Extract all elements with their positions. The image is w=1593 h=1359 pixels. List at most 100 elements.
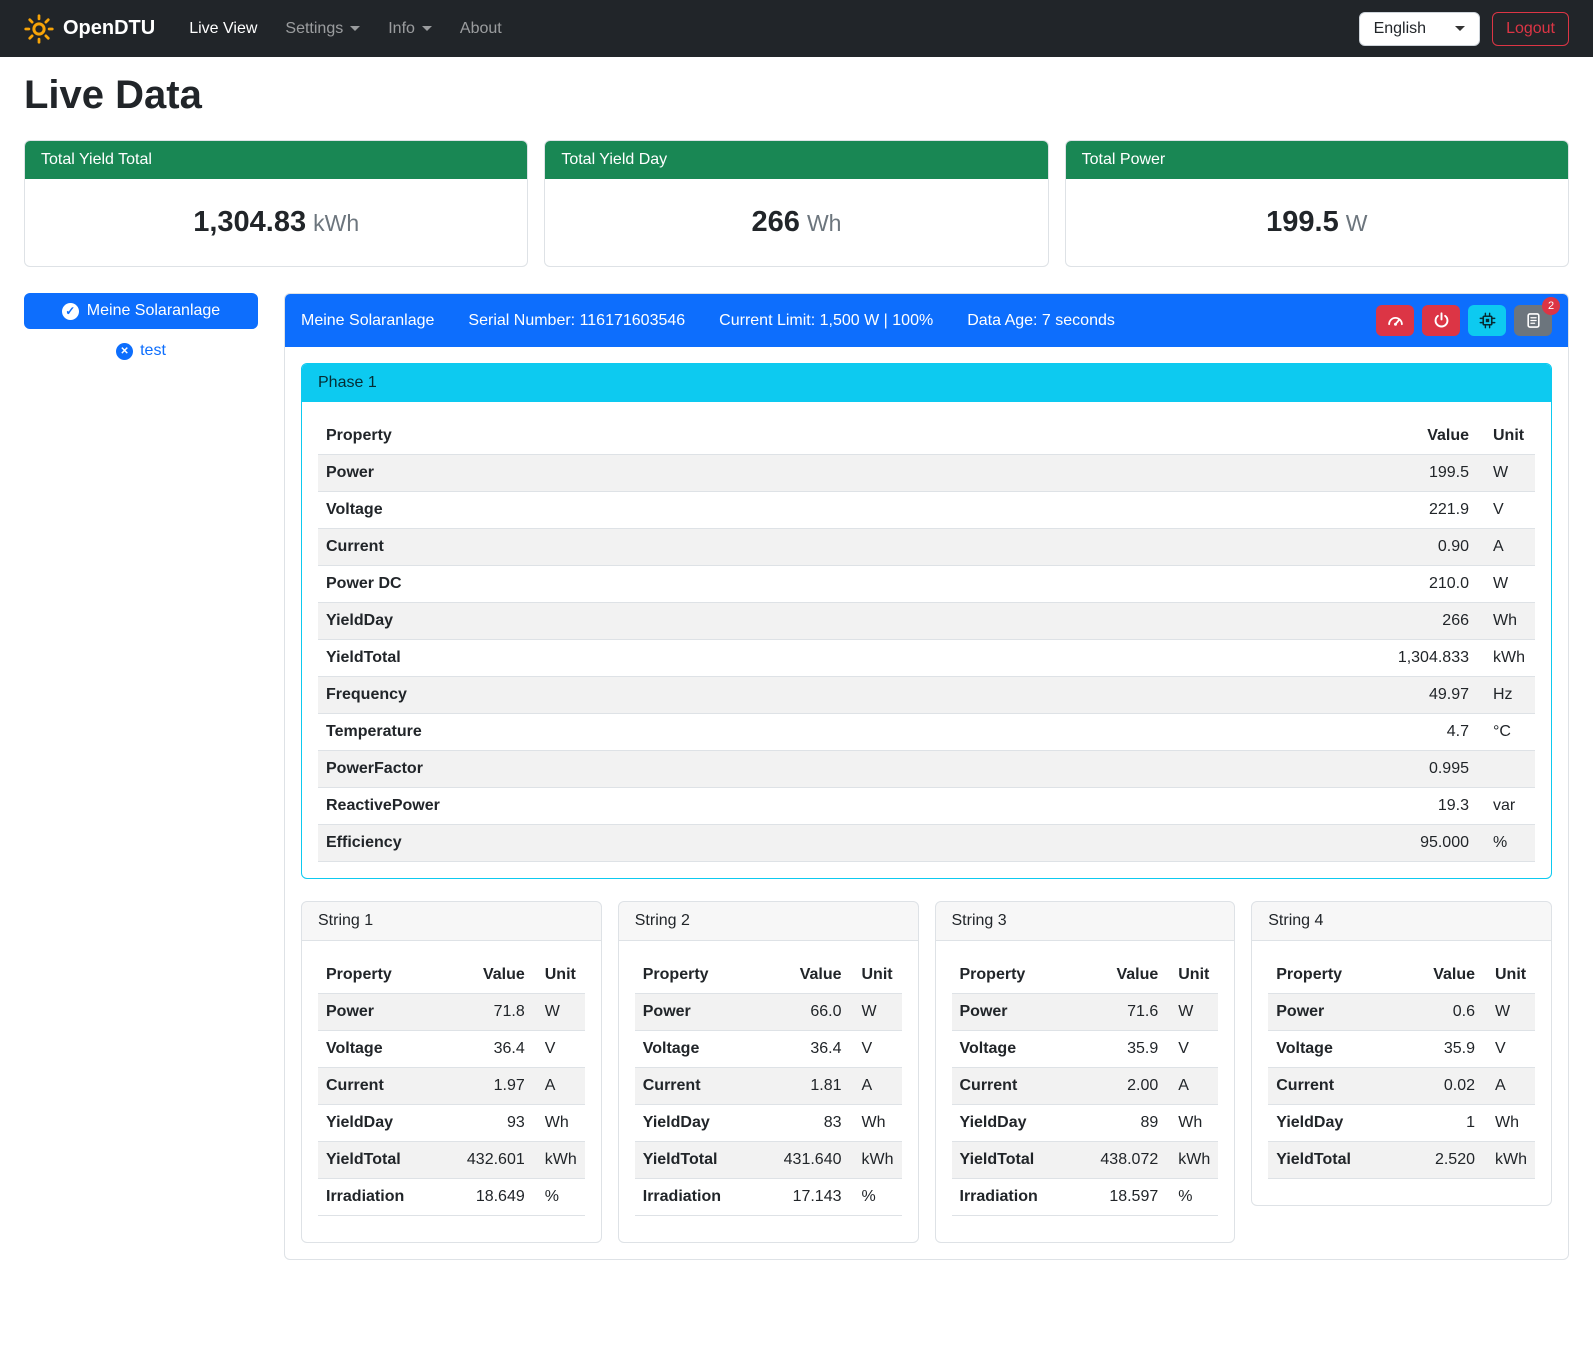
device-info-button[interactable] <box>1468 305 1506 336</box>
table-row: YieldDay93Wh <box>318 1105 585 1142</box>
table-row: Voltage221.9V <box>318 492 1535 529</box>
inverter-serial: Serial Number: 116171603546 <box>468 312 685 330</box>
column-value: Value <box>755 957 849 994</box>
value-cell: 95.000 <box>1011 825 1477 862</box>
unit-cell: A <box>850 1068 902 1105</box>
value-cell: 36.4 <box>755 1031 849 1068</box>
property-cell: Irradiation <box>952 1179 1072 1216</box>
table-header-row: Property Value Unit <box>318 957 585 994</box>
table-row: Current1.81A <box>635 1068 902 1105</box>
value-cell: 17.143 <box>755 1179 849 1216</box>
property-cell: Frequency <box>318 677 1011 714</box>
unit-cell: Wh <box>1483 1105 1535 1142</box>
column-property: Property <box>318 418 1011 455</box>
value-cell: 2.520 <box>1399 1142 1483 1179</box>
navbar-left: OpenDTU Live View Settings Info About <box>24 12 516 46</box>
table-row: Current1.97A <box>318 1068 585 1105</box>
total-yield-day-unit: Wh <box>807 210 842 236</box>
table-row: YieldDay1Wh <box>1268 1105 1535 1142</box>
table-row: Frequency49.97Hz <box>318 677 1535 714</box>
event-log-button[interactable]: 2 <box>1514 305 1552 336</box>
property-cell: Power <box>1268 994 1399 1031</box>
property-cell: YieldTotal <box>635 1142 755 1179</box>
table-row: Voltage35.9V <box>1268 1031 1535 1068</box>
value-cell: 83 <box>755 1105 849 1142</box>
unit-cell: V <box>850 1031 902 1068</box>
limit-settings-button[interactable] <box>1376 305 1414 336</box>
unit-cell: % <box>1166 1179 1218 1216</box>
language-select[interactable]: English <box>1359 12 1480 46</box>
unit-cell: Wh <box>1166 1105 1218 1142</box>
table-row: Voltage36.4V <box>635 1031 902 1068</box>
column-unit: Unit <box>533 957 585 994</box>
inverter-sidebar: ✓ Meine Solaranlage ✕ test <box>24 293 258 360</box>
property-cell: Power DC <box>318 566 1011 603</box>
chevron-down-icon <box>422 26 432 31</box>
property-cell: Power <box>952 994 1072 1031</box>
string-table: Property Value Unit Power71.6WVoltage35.… <box>952 957 1219 1216</box>
sidebar-item-test[interactable]: ✕ test <box>116 342 166 360</box>
string-card-4: String 4 Property Value Unit <box>1251 901 1552 1206</box>
column-property: Property <box>318 957 438 994</box>
nav-info-dropdown[interactable]: Info <box>374 12 446 46</box>
power-button[interactable] <box>1422 305 1460 336</box>
unit-cell: % <box>1477 825 1535 862</box>
phase-table: Property Value Unit Power199.5WVoltage22… <box>318 418 1535 862</box>
chevron-down-icon <box>350 26 360 31</box>
nav-live-view[interactable]: Live View <box>175 12 271 46</box>
property-cell: YieldDay <box>952 1105 1072 1142</box>
table-row: Irradiation18.597% <box>952 1179 1219 1216</box>
inverter-limit: Current Limit: 1,500 W | 100% <box>719 312 933 330</box>
unit-cell: A <box>1483 1068 1535 1105</box>
column-unit: Unit <box>850 957 902 994</box>
logout-button[interactable]: Logout <box>1492 12 1569 46</box>
string-table: Property Value Unit Power71.8WVoltage36.… <box>318 957 585 1216</box>
value-cell: 0.02 <box>1399 1068 1483 1105</box>
property-cell: YieldTotal <box>318 1142 438 1179</box>
page-title: Live Data <box>24 73 1569 118</box>
card-header: Total Yield Total <box>25 141 527 179</box>
speedometer-icon <box>1387 312 1404 329</box>
value-cell: 199.5 <box>1011 455 1477 492</box>
table-header-row: Property Value Unit <box>1268 957 1535 994</box>
table-row: Power71.8W <box>318 994 585 1031</box>
table-row: Power DC210.0W <box>318 566 1535 603</box>
card-total-yield-total: Total Yield Total 1,304.83kWh <box>24 140 528 267</box>
total-yield-total-unit: kWh <box>313 210 359 236</box>
table-row: Voltage35.9V <box>952 1031 1219 1068</box>
nav-about[interactable]: About <box>446 12 516 46</box>
property-cell: Voltage <box>318 1031 438 1068</box>
unit-cell: V <box>1483 1031 1535 1068</box>
column-property: Property <box>1268 957 1399 994</box>
brand-link[interactable]: OpenDTU <box>24 14 155 44</box>
nav-links: Live View Settings Info About <box>175 12 516 46</box>
table-row: Efficiency95.000% <box>318 825 1535 862</box>
property-cell: Current <box>318 1068 438 1105</box>
table-header-row: Property Value Unit <box>635 957 902 994</box>
check-circle-icon: ✓ <box>62 303 79 320</box>
table-row: YieldDay83Wh <box>635 1105 902 1142</box>
value-cell: 0.90 <box>1011 529 1477 566</box>
nav-settings-dropdown[interactable]: Settings <box>271 12 374 46</box>
string-card-body: Property Value Unit Power66.0WVoltage36.… <box>619 941 918 1242</box>
value-cell: 266 <box>1011 603 1477 640</box>
value-cell: 71.6 <box>1072 994 1166 1031</box>
unit-cell: var <box>1477 788 1535 825</box>
table-row: Power0.6W <box>1268 994 1535 1031</box>
x-circle-icon: ✕ <box>116 343 133 360</box>
unit-cell: Wh <box>850 1105 902 1142</box>
value-cell: 0.6 <box>1399 994 1483 1031</box>
test-label: test <box>140 342 166 360</box>
value-cell: 2.00 <box>1072 1068 1166 1105</box>
string-card-body: Property Value Unit Power0.6WVoltage35.9… <box>1252 941 1551 1205</box>
nav-settings-label: Settings <box>285 20 343 38</box>
value-cell: 1,304.833 <box>1011 640 1477 677</box>
content-row: ✓ Meine Solaranlage ✕ test Meine Solaran… <box>24 293 1569 1260</box>
property-cell: ReactivePower <box>318 788 1011 825</box>
value-cell: 49.97 <box>1011 677 1477 714</box>
total-power-value: 199.5 <box>1266 206 1339 238</box>
sidebar-item-meine-solaranlage[interactable]: ✓ Meine Solaranlage <box>24 293 258 329</box>
string-table: Property Value Unit Power66.0WVoltage36.… <box>635 957 902 1216</box>
unit-cell: W <box>533 994 585 1031</box>
property-cell: YieldDay <box>318 603 1011 640</box>
